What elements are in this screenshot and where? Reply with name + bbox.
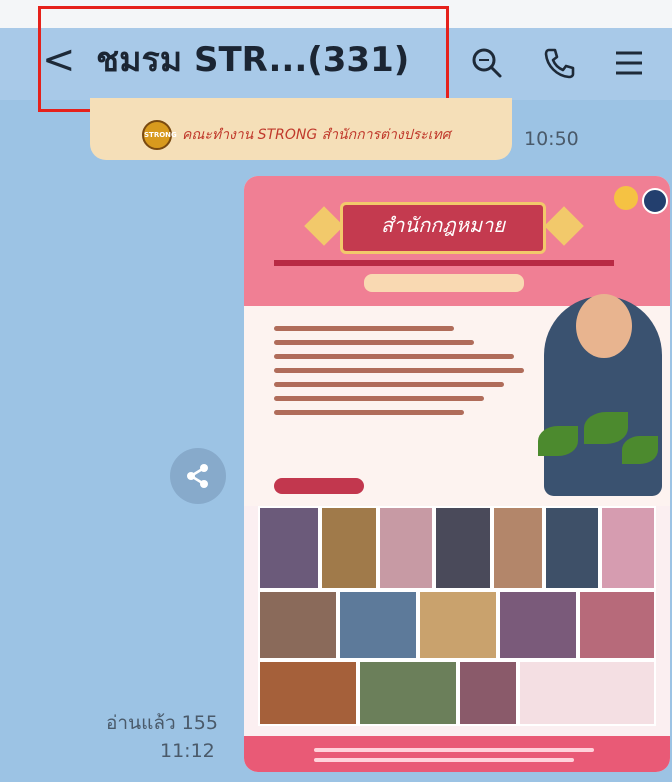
collage-photo: [320, 506, 378, 590]
collage-photo: [498, 590, 578, 660]
status-bar: [0, 0, 672, 28]
search-icon[interactable]: [470, 46, 504, 80]
collage-photo: [258, 506, 320, 590]
collage-photo: [338, 590, 418, 660]
message-bubble[interactable]: STRONG คณะทำงาน STRONG สำนักการต่างประเท…: [90, 98, 512, 160]
back-button[interactable]: <: [42, 32, 76, 88]
poster-text-line: [274, 354, 514, 359]
strong-logo: STRONG: [142, 120, 177, 150]
collage-photo: [258, 660, 358, 726]
poster-person-face: [576, 294, 632, 358]
share-icon: [187, 464, 208, 488]
poster-text-line: [274, 340, 474, 345]
message-time: 10:50: [524, 128, 579, 150]
photo-collage: [258, 506, 656, 726]
share-button[interactable]: [170, 448, 226, 504]
collage-photo: [258, 590, 338, 660]
message-time: 11:12: [160, 740, 215, 762]
collage-photo: [418, 590, 498, 660]
poster-text-line: [274, 410, 464, 415]
leaf-decor: [538, 426, 578, 456]
chat-title[interactable]: ชมรม STR...(331): [96, 34, 409, 86]
leaf-decor: [622, 436, 658, 464]
collage-text-box: [518, 660, 656, 726]
collage-photo: [544, 506, 600, 590]
collage-photo: [600, 506, 656, 590]
emblem-icon: [642, 188, 668, 214]
read-status: อ่านแล้ว 155: [106, 712, 218, 734]
poster-heading: สำนักกฎหมาย: [380, 213, 506, 237]
collage-photo: [578, 590, 656, 660]
poster-text-line: [274, 396, 484, 401]
collage-photo: [378, 506, 434, 590]
poster-banner: สำนักกฎหมาย: [340, 202, 546, 254]
collage-photo: [434, 506, 492, 590]
phone-icon[interactable]: [542, 46, 576, 80]
collage-photo: [358, 660, 458, 726]
emblem-icon: [614, 186, 638, 210]
poster-text-line: [274, 326, 454, 331]
poster-text-line: [274, 368, 524, 373]
menu-icon[interactable]: [612, 46, 646, 80]
collage-photo: [492, 506, 544, 590]
poster-subtitle: [364, 274, 524, 292]
poster-section-label: [274, 478, 364, 494]
chat-header: < ชมรม STR...(331): [0, 28, 672, 100]
poster-text-line: [314, 758, 574, 762]
sender-caption: คณะทำงาน STRONG สำนักการต่างประเทศ: [182, 127, 451, 143]
image-message[interactable]: สำนักกฎหมาย: [244, 176, 670, 772]
poster-text-line: [274, 382, 504, 387]
leaf-decor: [584, 412, 628, 444]
poster-subtitle: [274, 260, 614, 266]
collage-photo: [458, 660, 518, 726]
poster-text-line: [314, 748, 594, 752]
poster-footer: [244, 736, 670, 772]
